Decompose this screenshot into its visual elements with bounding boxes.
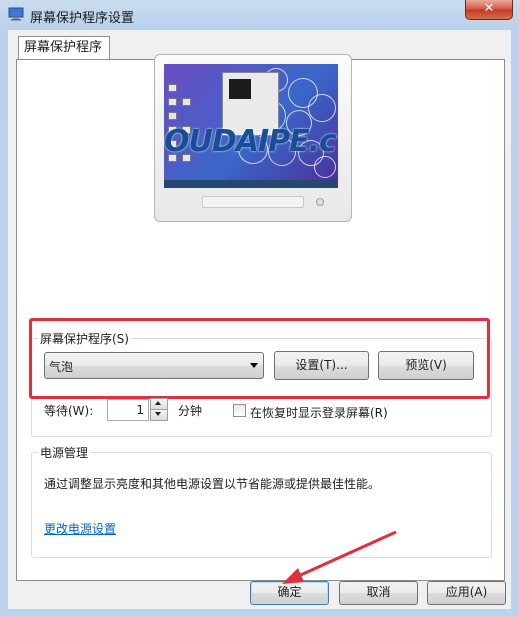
title-bar[interactable]: 屏幕保护程序设置 ✕: [0, 0, 519, 30]
power-group-label: 电源管理: [38, 444, 91, 461]
bubble: [314, 156, 336, 178]
desktop-icon: [168, 84, 177, 92]
wait-minutes-input[interactable]: 1: [107, 399, 149, 421]
tab-screensaver[interactable]: 屏幕保护程序: [18, 36, 110, 61]
close-icon: ✕: [483, 1, 495, 16]
highlight-box: [29, 318, 490, 399]
monitor-icon: [8, 7, 24, 21]
wait-minutes-value: 1: [136, 403, 144, 417]
monitor-base: [202, 196, 304, 208]
resume-login-checkbox[interactable]: [233, 404, 246, 417]
desktop-icon: [168, 98, 177, 106]
power-description: 通过调整显示亮度和其他电源设置以节省能源或提供最佳性能。: [44, 477, 381, 491]
chevron-down-icon: [155, 412, 161, 416]
wait-label: 等待(W):: [44, 404, 94, 418]
change-power-settings-link[interactable]: 更改电源设置: [44, 520, 116, 537]
window-title: 屏幕保护程序设置: [30, 11, 135, 26]
apply-button[interactable]: 应用(A): [427, 581, 506, 605]
power-group: 电源管理: [31, 444, 492, 558]
wait-unit: 分钟: [178, 404, 203, 418]
bubble: [308, 94, 336, 122]
watermark: OUDAIPE.c: [164, 124, 337, 159]
mini-taskbar: [164, 180, 338, 188]
close-button[interactable]: ✕: [465, 0, 513, 20]
power-led: [316, 198, 324, 206]
resume-login-label[interactable]: 在恢复时显示登录屏幕(R): [250, 404, 388, 421]
dialog-window: 屏幕保护程序设置 ✕ 屏幕保护程序 OUDAIPE.c 屏幕保护程序(S) 气泡…: [0, 0, 519, 617]
desktop-icon: [182, 98, 191, 106]
desktop-icon: [168, 112, 177, 120]
chevron-up-icon: [155, 401, 161, 405]
annotation-arrow: [282, 530, 397, 584]
spin-down-button[interactable]: [150, 409, 168, 421]
